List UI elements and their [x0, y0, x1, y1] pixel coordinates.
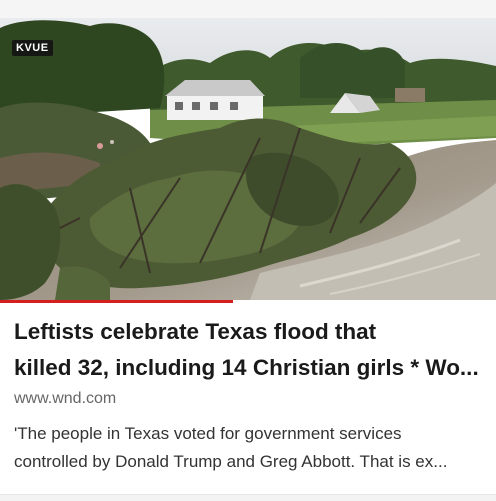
house-shape	[165, 80, 265, 120]
snippet-line-2: controlled by Donald Trump and Greg Abbo…	[14, 452, 448, 471]
headline-line-2: killed 32, including 14 Christian girls …	[14, 355, 479, 380]
article-headline[interactable]: Leftists celebrate Texas flood that kill…	[14, 314, 494, 386]
article-source-url[interactable]: www.wnd.com	[14, 390, 116, 408]
snippet-line-1: 'The people in Texas voted for governmen…	[14, 424, 402, 443]
top-divider-strip	[0, 0, 496, 19]
video-thumbnail[interactable]: KVUE	[0, 18, 496, 300]
headline-line-1: Leftists celebrate Texas flood that	[14, 319, 377, 344]
video-progress-bar[interactable]	[0, 300, 234, 303]
flood-scene-image	[0, 18, 496, 300]
news-card[interactable]: KVUE Leftists celebrate Texas flood that…	[0, 18, 496, 501]
channel-badge: KVUE	[12, 40, 53, 56]
article-snippet: 'The people in Texas voted for governmen…	[14, 420, 494, 476]
